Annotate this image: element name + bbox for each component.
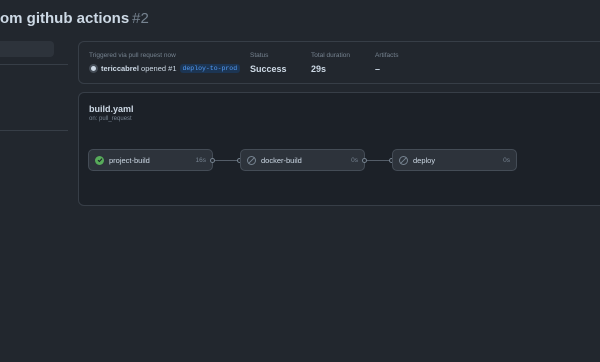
skipped-icon xyxy=(247,155,256,165)
job-duration: 0s xyxy=(503,156,510,164)
artifacts-column: Artifacts – xyxy=(375,52,398,74)
trigger-action: opened #1 xyxy=(141,64,177,73)
job-name: docker-build xyxy=(261,155,302,165)
job-docker-build[interactable]: docker-build 0s xyxy=(240,149,365,171)
actor-link[interactable]: tericcabrel xyxy=(101,64,139,73)
sidebar-divider xyxy=(0,130,68,131)
sidebar-item-summary[interactable] xyxy=(0,41,54,57)
duration-value: 29s xyxy=(311,64,327,74)
artifacts-label: Artifacts xyxy=(375,52,399,59)
check-circle-icon xyxy=(95,155,104,165)
job-connector xyxy=(215,160,239,161)
run-number: #2 xyxy=(132,10,149,27)
job-name: project-build xyxy=(109,155,150,165)
artifacts-value: – xyxy=(375,64,381,74)
job-name: deploy xyxy=(413,155,436,165)
duration-column: Total duration 29s xyxy=(311,52,350,74)
trigger-column: Triggered via pull request now tericcabr… xyxy=(89,52,241,73)
workflow-trigger: on: pull_request xyxy=(89,116,132,122)
workflow-file-name: build.yaml xyxy=(89,104,134,114)
trigger-text: tericcabrel opened #1 xyxy=(101,64,177,73)
status-label: Status xyxy=(250,52,269,59)
job-duration: 16s xyxy=(195,156,206,164)
workflow-graph-panel: build.yaml on: pull_request project-buil… xyxy=(78,92,600,206)
trigger-label: Triggered via pull request now xyxy=(89,52,176,59)
sidebar-divider xyxy=(0,64,68,65)
skipped-icon xyxy=(399,155,408,165)
duration-label: Total duration xyxy=(311,52,351,59)
workflow-run-title: om github actions xyxy=(0,10,130,27)
status-value: Success xyxy=(250,64,287,74)
job-connector xyxy=(367,160,391,161)
job-duration: 0s xyxy=(351,156,358,164)
status-column: Status Success xyxy=(250,52,287,74)
job-deploy[interactable]: deploy 0s xyxy=(392,149,517,171)
job-project-build[interactable]: project-build 16s xyxy=(88,149,213,171)
branch-badge[interactable]: deploy-to-prod xyxy=(179,64,241,73)
run-summary-panel: Triggered via pull request now tericcabr… xyxy=(78,41,600,84)
avatar[interactable] xyxy=(89,64,98,73)
page-title: om github actions #2 xyxy=(0,10,149,27)
